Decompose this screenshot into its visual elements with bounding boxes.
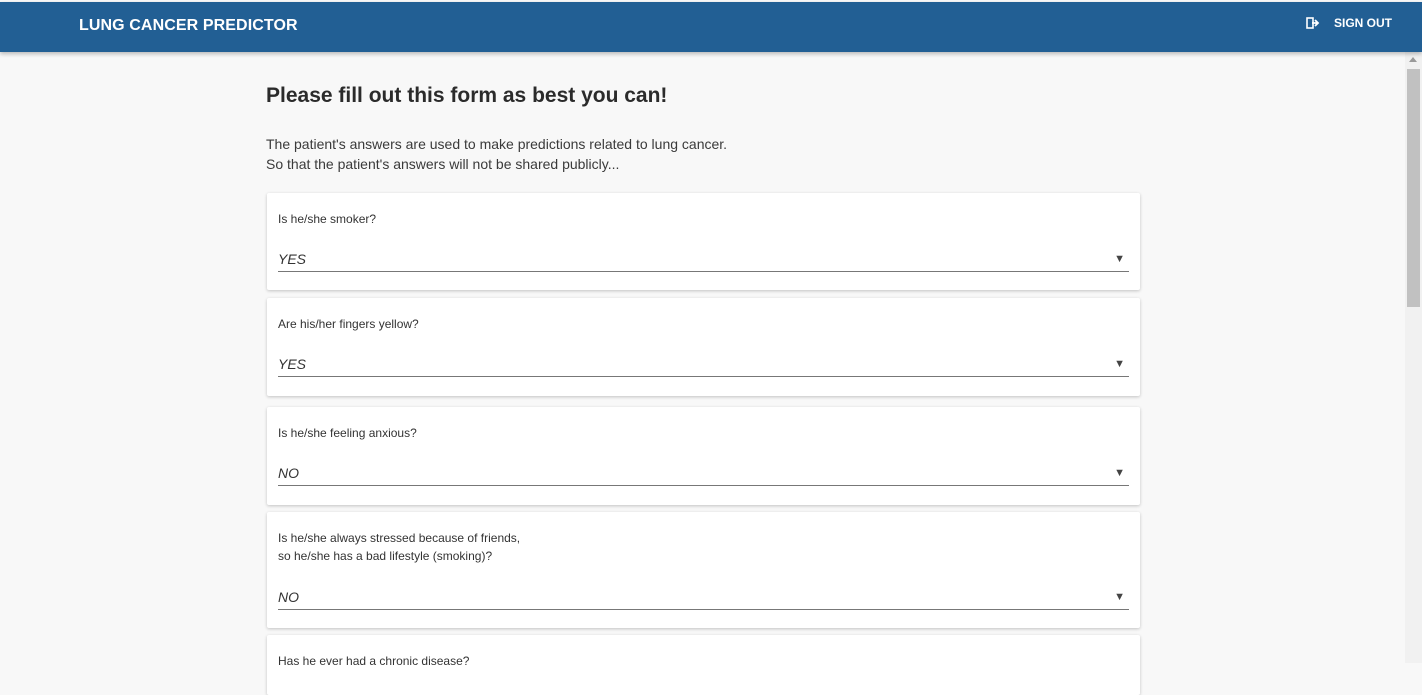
question-card-anxiety: Is he/she feeling anxious? NO ▼ xyxy=(267,407,1140,505)
sign-out-icon xyxy=(1306,17,1320,29)
dropdown-arrow-icon: ▼ xyxy=(1114,467,1125,479)
yellow-fingers-select[interactable]: YES ▼ xyxy=(278,354,1129,377)
selected-value: NO xyxy=(278,465,299,481)
question-label-line: Is he/she always stressed because of fri… xyxy=(278,531,521,545)
dropdown-arrow-icon: ▼ xyxy=(1114,358,1125,370)
question-label-line: so he/she has a bad lifestyle (smoking)? xyxy=(278,549,493,563)
dropdown-arrow-icon: ▼ xyxy=(1114,591,1125,603)
vertical-scrollbar[interactable] xyxy=(1405,52,1422,663)
selected-value: YES xyxy=(278,251,307,267)
peer-pressure-select[interactable]: NO ▼ xyxy=(278,587,1129,610)
dropdown-arrow-icon: ▼ xyxy=(1114,253,1125,265)
app-title: LUNG CANCER PREDICTOR xyxy=(79,17,298,34)
top-app-bar: LUNG CANCER PREDICTOR SIGN OUT xyxy=(0,2,1422,52)
question-label: Has he ever had a chronic disease? xyxy=(278,654,470,668)
sign-out-label: SIGN OUT xyxy=(1334,16,1393,30)
question-card-smoker: Is he/she smoker? YES ▼ xyxy=(267,193,1140,290)
question-label: Is he/she feeling anxious? xyxy=(278,426,417,440)
intro-text: The patient's answers are used to make p… xyxy=(266,134,727,174)
sign-out-button[interactable]: SIGN OUT xyxy=(1306,16,1392,30)
page-title: Please fill out this form as best you ca… xyxy=(266,84,668,107)
question-label: Is he/she always stressed because of fri… xyxy=(278,529,520,565)
question-card-chronic-disease: Has he ever had a chronic disease? xyxy=(267,635,1140,695)
selected-value: YES xyxy=(278,356,307,372)
question-card-peer-pressure: Is he/she always stressed because of fri… xyxy=(267,512,1140,628)
intro-line: So that the patient's answers will not b… xyxy=(266,156,620,172)
question-label: Is he/she smoker? xyxy=(278,212,377,226)
scroll-up-arrow-icon[interactable] xyxy=(1409,57,1417,62)
selected-value: NO xyxy=(278,589,299,605)
anxiety-select[interactable]: NO ▼ xyxy=(278,463,1129,486)
question-card-yellow-fingers: Are his/her fingers yellow? YES ▼ xyxy=(267,298,1140,396)
question-label: Are his/her fingers yellow? xyxy=(278,317,419,331)
scrollbar-thumb[interactable] xyxy=(1407,69,1420,307)
intro-line: The patient's answers are used to make p… xyxy=(266,136,728,152)
smoker-select[interactable]: YES ▼ xyxy=(278,249,1129,272)
